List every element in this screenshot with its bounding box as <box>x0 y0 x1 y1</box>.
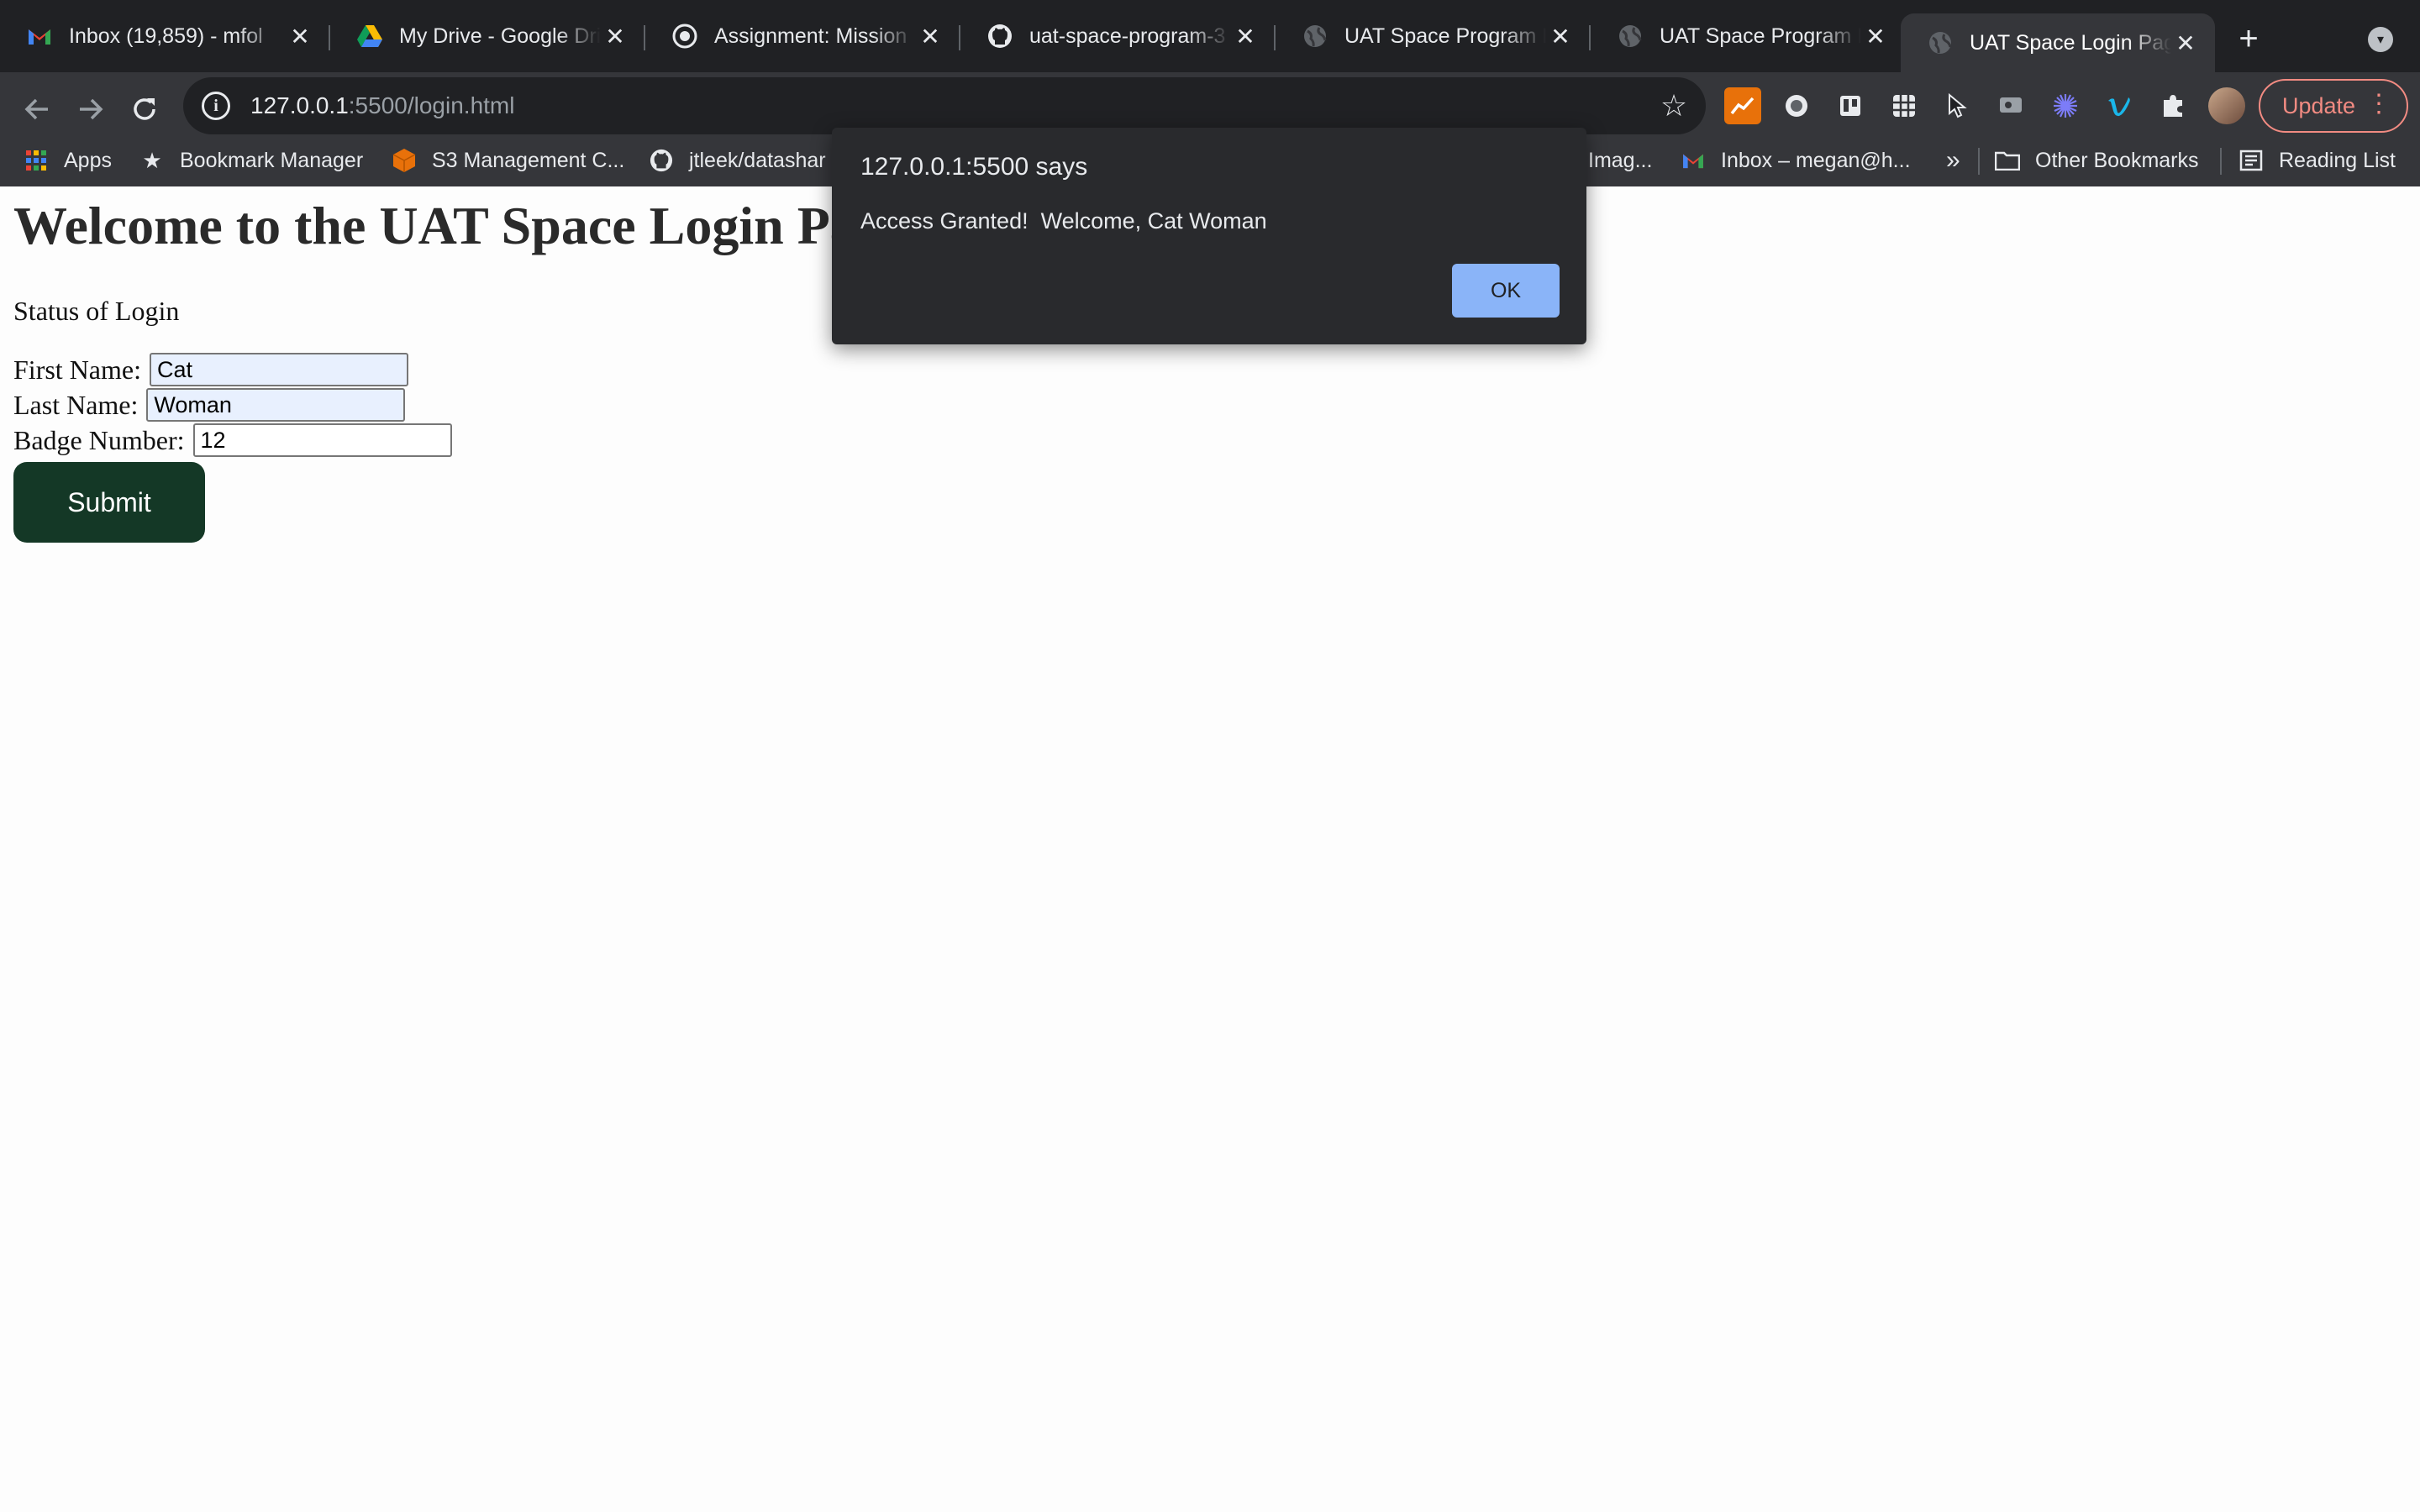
vimeo-extension-icon[interactable] <box>2101 87 2138 124</box>
badge-number-row: Badge Number: <box>13 423 452 457</box>
star-icon: ★ <box>142 147 162 173</box>
bookmark-star-icon[interactable]: ☆ <box>1654 86 1694 126</box>
more-menu-icon[interactable]: ⋮ <box>2366 89 2391 118</box>
tab-uat-space-program-1[interactable]: UAT Space Program D ✕ <box>1276 0 1590 72</box>
url-host: 127.0.0.1 <box>250 92 349 118</box>
tab-strip: Inbox (19,859) - mfol ✕ My Drive - Googl… <box>0 0 2420 72</box>
tab-uat-space-login[interactable]: UAT Space Login Pag ✕ <box>1901 13 2215 72</box>
bookmark-other-bookmarks[interactable]: Other Bookmarks <box>1995 134 2199 186</box>
bookmark-s3-management[interactable]: S3 Management C... <box>392 134 624 186</box>
folder-icon <box>1995 148 2020 173</box>
tab-assignment[interactable]: Assignment: Mission ✕ <box>645 0 960 72</box>
globe-icon <box>1618 24 1643 49</box>
bookmark-apps[interactable]: Apps <box>24 134 112 186</box>
bookmark-reading-list[interactable]: Reading List <box>2238 134 2396 186</box>
forward-icon[interactable] <box>67 86 114 133</box>
bookmark-label: Apps <box>64 148 112 172</box>
bookmark-jtleek-datasharing[interactable]: jtleek/datashar <box>649 134 830 186</box>
ok-button[interactable]: OK <box>1452 264 1560 318</box>
login-status: Status of Login <box>13 296 180 326</box>
tab-uat-space-program-2[interactable]: UAT Space Program D ✕ <box>1591 0 1905 72</box>
aws-s3-icon <box>392 148 417 173</box>
alert-dialog: 127.0.0.1:5500 says Access Granted! Welc… <box>832 128 1586 344</box>
dialog-title: 127.0.0.1:5500 says <box>860 153 1088 181</box>
tab-title: UAT Space Login Pag <box>1970 30 2171 55</box>
page-content: Welcome to the UAT Space Login Page Stat… <box>0 186 2420 1512</box>
apps-grid-icon <box>24 148 49 173</box>
close-tab-icon[interactable]: ✕ <box>1546 22 1575 50</box>
tab-google-drive[interactable]: My Drive - Google Dri ✕ <box>330 0 644 72</box>
globe-icon <box>1302 24 1328 49</box>
page-title: Welcome to the UAT Space Login Page <box>13 196 908 255</box>
reading-list-icon <box>2238 148 2264 173</box>
trello-extension-icon[interactable] <box>1832 87 1869 124</box>
first-name-field[interactable] <box>149 353 408 386</box>
bookmark-images[interactable]: Imag... <box>1588 134 1652 186</box>
back-icon[interactable] <box>13 86 60 133</box>
tab-github[interactable]: uat-space-program-3 ✕ <box>960 0 1275 72</box>
update-label: Update <box>2282 92 2356 118</box>
uat-icon <box>672 24 697 49</box>
gmail-icon <box>27 24 52 49</box>
url-path: :5500/login.html <box>348 92 515 118</box>
last-name-field[interactable] <box>146 388 406 422</box>
close-tab-icon[interactable]: ✕ <box>1231 22 1260 50</box>
bookmark-label: Imag... <box>1588 148 1653 172</box>
cursor-extension-icon[interactable] <box>1939 87 1976 124</box>
bookmark-manager[interactable]: ★ Bookmark Manager <box>139 134 363 186</box>
globe-icon <box>1928 30 1953 55</box>
first-name-row: First Name: <box>13 353 408 386</box>
bookmark-label: S3 Management C... <box>432 148 625 172</box>
reload-icon[interactable] <box>121 86 168 133</box>
bookmark-label: Other Bookmarks <box>2035 148 2199 172</box>
badge-number-field[interactable] <box>192 423 452 457</box>
github-icon <box>987 24 1013 49</box>
extensions-puzzle-icon[interactable] <box>2154 87 2191 124</box>
tab-title: UAT Space Program D <box>1660 24 1861 48</box>
profile-avatar[interactable] <box>2208 87 2245 124</box>
first-name-label: First Name: <box>13 354 141 385</box>
address-url: 127.0.0.1:5500/login.html <box>250 92 514 119</box>
site-info-icon[interactable]: i <box>202 92 230 120</box>
last-name-label: Last Name: <box>13 389 139 420</box>
google-drive-icon <box>357 24 382 49</box>
screencast-extension-icon[interactable] <box>1993 87 2030 124</box>
tab-gmail[interactable]: Inbox (19,859) - mfol ✕ <box>0 0 329 72</box>
tab-title: My Drive - Google Dri <box>399 24 601 48</box>
gmail-icon <box>1681 148 1706 173</box>
tab-title: uat-space-program-3 <box>1029 24 1226 48</box>
close-tab-icon[interactable]: ✕ <box>2171 29 2200 57</box>
update-button[interactable]: Update ⋮ <box>2259 79 2408 133</box>
submit-button[interactable]: Submit <box>13 462 205 543</box>
new-tab-button[interactable]: + <box>2232 20 2265 57</box>
close-tab-icon[interactable]: ✕ <box>601 22 629 50</box>
address-bar[interactable]: i 127.0.0.1:5500/login.html ☆ <box>183 77 1706 134</box>
close-tab-icon[interactable]: ✕ <box>286 22 314 50</box>
dialog-message: Access Granted! Welcome, Cat Woman <box>860 208 1267 234</box>
grid-extension-icon[interactable] <box>1886 87 1923 124</box>
bookmark-label: Inbox – megan@h... <box>1721 148 1911 172</box>
asterisk-extension-icon[interactable] <box>2047 87 2084 124</box>
bookmark-inbox-megan[interactable]: Inbox – megan@h... <box>1681 134 1911 186</box>
github-icon <box>649 148 674 173</box>
more-bookmarks-chevron[interactable]: » <box>1946 134 1960 186</box>
close-tab-icon[interactable]: ✕ <box>916 22 944 50</box>
bookmark-label: Reading List <box>2279 148 2396 172</box>
tab-title: Inbox (19,859) - mfol <box>69 24 263 48</box>
bookmarks-separator <box>2220 148 2222 175</box>
bookmarks-separator <box>1978 148 1980 175</box>
tab-title: UAT Space Program D <box>1344 24 1546 48</box>
tab-search-icon[interactable]: ▾ <box>2368 27 2393 52</box>
more-bookmarks-label: » <box>1946 146 1960 174</box>
badge-number-label: Badge Number: <box>13 424 185 455</box>
last-name-row: Last Name: <box>13 388 406 422</box>
close-tab-icon[interactable]: ✕ <box>1861 22 1890 50</box>
tab-title: Assignment: Mission <box>714 24 908 48</box>
record-extension-icon[interactable] <box>1778 87 1815 124</box>
bookmark-label: jtleek/datashar <box>689 148 826 172</box>
bookmark-label: Bookmark Manager <box>180 148 364 172</box>
analytics-extension-icon[interactable] <box>1724 87 1761 124</box>
